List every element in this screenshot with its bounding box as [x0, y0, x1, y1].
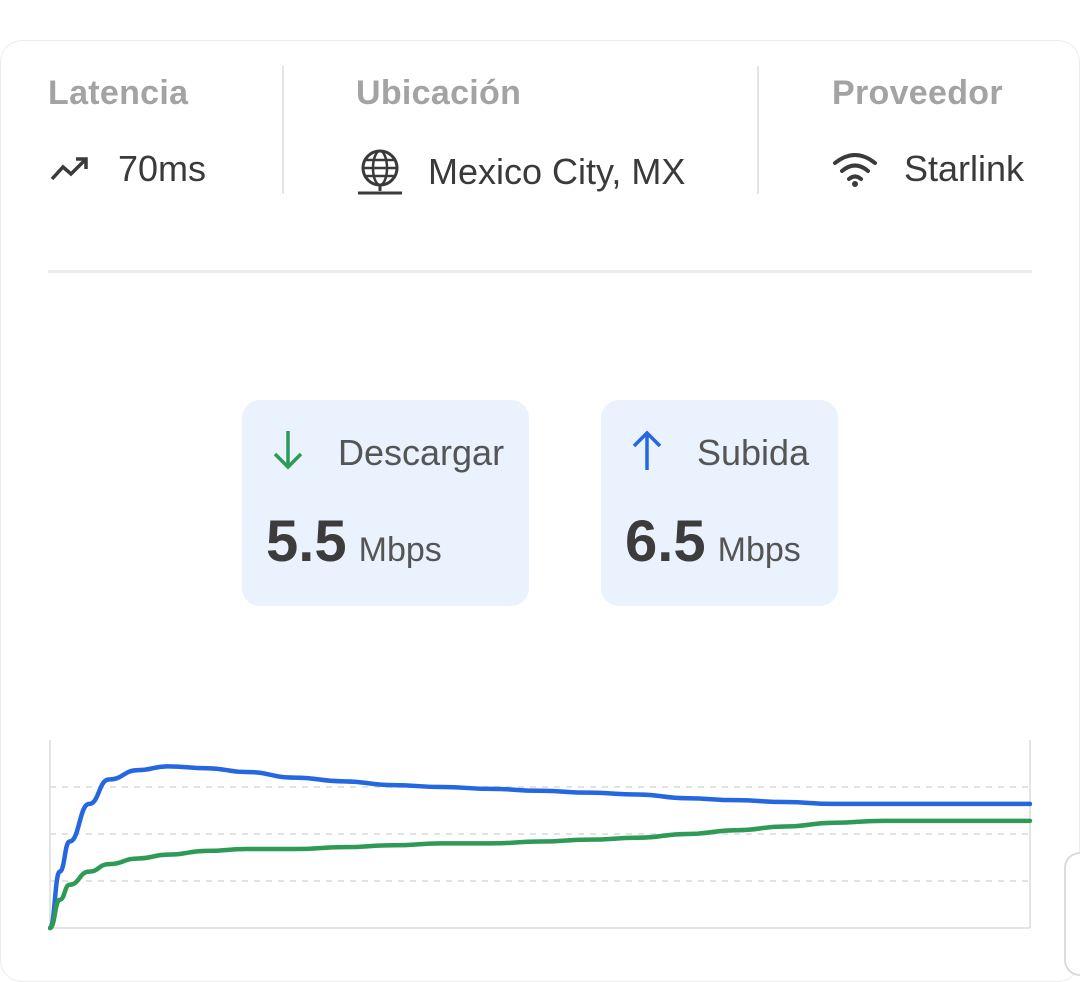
- latency-value-row: 70ms: [48, 148, 206, 190]
- wifi-icon: [832, 150, 878, 188]
- download-header: Descargar: [268, 428, 504, 477]
- provider-value-row: Starlink: [832, 148, 1024, 190]
- upload-unit: Mbps: [717, 531, 801, 569]
- location-value: Mexico City, MX: [428, 151, 686, 192]
- download-series-line: [47, 818, 1033, 931]
- location-value-row: Mexico City, MX: [356, 148, 685, 196]
- speed-chart: [47, 738, 1033, 933]
- download-title: Descargar: [338, 431, 505, 473]
- upload-value: 6.5: [625, 509, 706, 574]
- corner-panel-edge[interactable]: [1064, 852, 1080, 976]
- arrow-up-icon: [627, 428, 667, 477]
- upload-speed-box: Subida 6.5 Mbps: [601, 400, 838, 606]
- upload-series-line: [47, 764, 1033, 931]
- upload-header: Subida: [627, 428, 809, 477]
- download-value: 5.5: [266, 509, 347, 574]
- upload-value-row: 6.5 Mbps: [625, 508, 801, 575]
- connection-stats: Latencia 70ms Ubicación Mexico City, MX …: [48, 70, 1032, 200]
- download-speed-box: Descargar 5.5 Mbps: [242, 400, 529, 606]
- location-label: Ubicación: [356, 74, 522, 112]
- stat-divider-1: [282, 66, 284, 194]
- provider-label: Proveedor: [832, 74, 1003, 112]
- latency-value: 70ms: [118, 148, 207, 189]
- speed-chart-svg: [47, 740, 1033, 931]
- provider-value: Starlink: [904, 148, 1025, 189]
- upload-title: Subida: [697, 431, 810, 473]
- download-unit: Mbps: [358, 531, 442, 569]
- download-value-row: 5.5 Mbps: [266, 508, 442, 575]
- section-divider: [48, 270, 1032, 273]
- arrow-down-icon: [268, 428, 308, 477]
- stat-divider-2: [757, 66, 759, 194]
- latency-label: Latencia: [48, 74, 189, 112]
- trending-up-icon: [48, 154, 92, 184]
- globe-icon: [356, 148, 404, 196]
